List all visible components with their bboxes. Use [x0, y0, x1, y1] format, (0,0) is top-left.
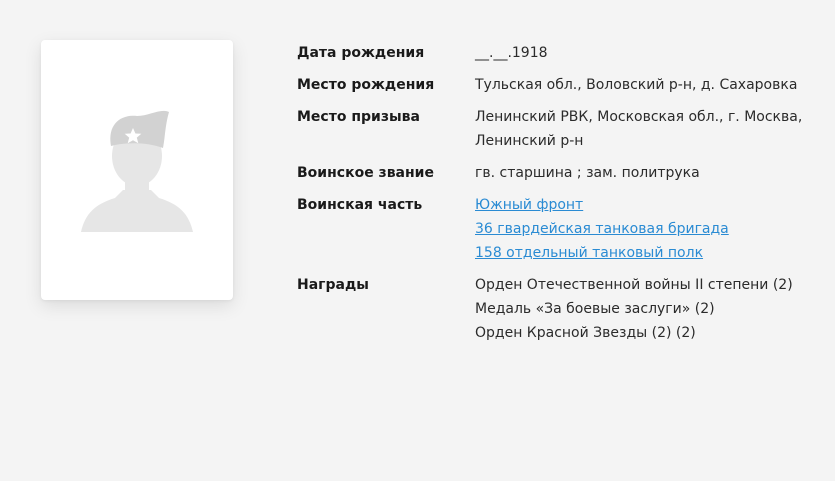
draft-place-label: Место призыва: [297, 109, 420, 125]
draft-place-value: Ленинский РВК, Московская обл., г. Москв…: [475, 105, 817, 153]
draft-place-line: Ленинский РВК, Московская обл., г. Москв…: [475, 109, 803, 125]
birth-place-label: Место рождения: [297, 77, 435, 93]
unit-link-36-guards-tank-brigade[interactable]: 36 гвардейская танковая бригада: [475, 217, 817, 241]
draft-place-line: Ленинский р-н: [475, 133, 584, 149]
birth-date-value: __.__.1918: [475, 45, 548, 61]
unit-row: Воинская часть Южный фронт 36 гвардейска…: [297, 193, 817, 265]
award-item: Орден Отечественной войны II степени (2): [475, 277, 793, 293]
draft-place-row: Место призыва Ленинский РВК, Московская …: [297, 105, 817, 153]
awards-label: Награды: [297, 277, 369, 293]
soldier-info: Дата рождения __.__.1918 Место рождения …: [297, 41, 817, 353]
unit-links: Южный фронт 36 гвардейская танковая бриг…: [475, 193, 817, 265]
awards-list: Орден Отечественной войны II степени (2)…: [475, 273, 817, 345]
unit-label: Воинская часть: [297, 197, 423, 213]
birth-place-row: Место рождения Тульская обл., Воловский …: [297, 73, 817, 97]
birth-date-row: Дата рождения __.__.1918: [297, 41, 817, 65]
birth-date-label: Дата рождения: [297, 45, 425, 61]
soldier-placeholder-icon: [81, 110, 193, 232]
rank-row: Воинское звание гв. старшина ; зам. поли…: [297, 161, 817, 185]
soldier-profile-page: Дата рождения __.__.1918 Место рождения …: [0, 0, 835, 481]
unit-link-southern-front[interactable]: Южный фронт: [475, 193, 817, 217]
rank-label: Воинское звание: [297, 165, 434, 181]
unit-link-158-tank-regiment[interactable]: 158 отдельный танковый полк: [475, 241, 817, 265]
award-item: Орден Красной Звезды (2) (2): [475, 325, 696, 341]
award-item: Медаль «За боевые заслуги» (2): [475, 301, 715, 317]
birth-place-value: Тульская обл., Воловский р-н, д. Сахаров…: [475, 77, 798, 93]
soldier-photo-card: [41, 40, 233, 300]
rank-value: гв. старшина ; зам. политрука: [475, 165, 700, 181]
awards-row: Награды Орден Отечественной войны II сте…: [297, 273, 817, 345]
